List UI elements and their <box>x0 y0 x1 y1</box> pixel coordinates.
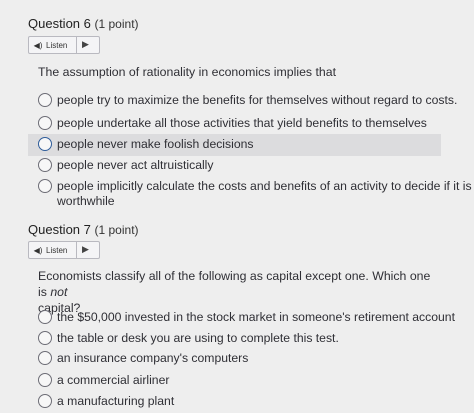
q7-option-2[interactable]: the table or desk you are using to compl… <box>38 331 339 346</box>
q6-option-2-text: people undertake all those activities th… <box>57 116 427 130</box>
radio-button[interactable] <box>38 373 52 387</box>
q7-title-text: Question 7 <box>28 222 91 237</box>
play-icon[interactable]: ▶ <box>82 39 89 50</box>
q7-points: (1 point) <box>94 223 139 237</box>
q7-prompt: Economists classify all of the following… <box>38 268 438 316</box>
q6-title: Question 6 (1 point) <box>28 16 139 31</box>
q7-option-4[interactable]: a commercial airliner <box>38 373 169 388</box>
q7-option-5-text: a manufacturing plant <box>57 394 175 408</box>
q7-option-2-text: the table or desk you are using to compl… <box>57 331 339 345</box>
q6-option-5-text: people implicitly calculate the costs an… <box>57 179 472 209</box>
q7-option-4-text: a commercial airliner <box>57 373 170 387</box>
q6-option-2[interactable]: people undertake all those activities th… <box>38 116 427 131</box>
q7-listen-button[interactable]: ◀) Listen ▶ <box>28 241 100 259</box>
q7-listen-label: Listen <box>46 245 68 255</box>
q6-option-5[interactable]: people implicitly calculate the costs an… <box>38 179 472 209</box>
radio-button[interactable] <box>38 93 52 107</box>
q7-option-3[interactable]: an insurance company's computers <box>38 351 248 366</box>
q6-prompt: The assumption of rationality in economi… <box>38 65 336 79</box>
q6-option-1[interactable]: people try to maximize the benefits for … <box>38 93 457 108</box>
radio-button[interactable] <box>38 310 52 324</box>
listen-divider <box>76 242 77 258</box>
radio-button[interactable] <box>38 394 52 408</box>
q7-prompt-emphasis: not <box>50 285 68 299</box>
q6-option-5-line2: worthwhile <box>57 194 115 208</box>
q6-option-3-text: people never make foolish decisions <box>57 137 254 151</box>
listen-divider <box>76 37 77 53</box>
radio-button[interactable] <box>38 137 52 151</box>
q7-option-5[interactable]: a manufacturing plant <box>38 394 174 409</box>
play-icon[interactable]: ▶ <box>82 244 89 255</box>
q6-listen-label: Listen <box>46 40 68 50</box>
radio-button[interactable] <box>38 158 52 172</box>
q6-option-3[interactable]: people never make foolish decisions <box>38 137 253 152</box>
q6-option-5-line1: people implicitly calculate the costs an… <box>57 179 472 193</box>
q7-prompt-text: Economists classify all of the following… <box>38 269 431 299</box>
radio-button[interactable] <box>38 116 52 130</box>
q7-option-3-text: an insurance company's computers <box>57 351 249 365</box>
q6-option-1-text: people try to maximize the benefits for … <box>57 93 458 107</box>
radio-button[interactable] <box>38 331 52 345</box>
speaker-icon: ◀) <box>33 245 43 255</box>
radio-button[interactable] <box>38 179 52 193</box>
speaker-icon: ◀) <box>33 40 43 50</box>
q6-option-4-text: people never act altruistically <box>57 158 214 172</box>
q6-points: (1 point) <box>94 17 139 31</box>
q7-option-1[interactable]: the $50,000 invested in the stock market… <box>38 310 455 325</box>
q7-title: Question 7 (1 point) <box>28 222 139 237</box>
q6-option-4[interactable]: people never act altruistically <box>38 158 214 173</box>
q6-listen-button[interactable]: ◀) Listen ▶ <box>28 36 100 54</box>
q6-title-text: Question 6 <box>28 16 91 31</box>
q7-option-1-text: the $50,000 invested in the stock market… <box>57 310 455 324</box>
radio-button[interactable] <box>38 351 52 365</box>
